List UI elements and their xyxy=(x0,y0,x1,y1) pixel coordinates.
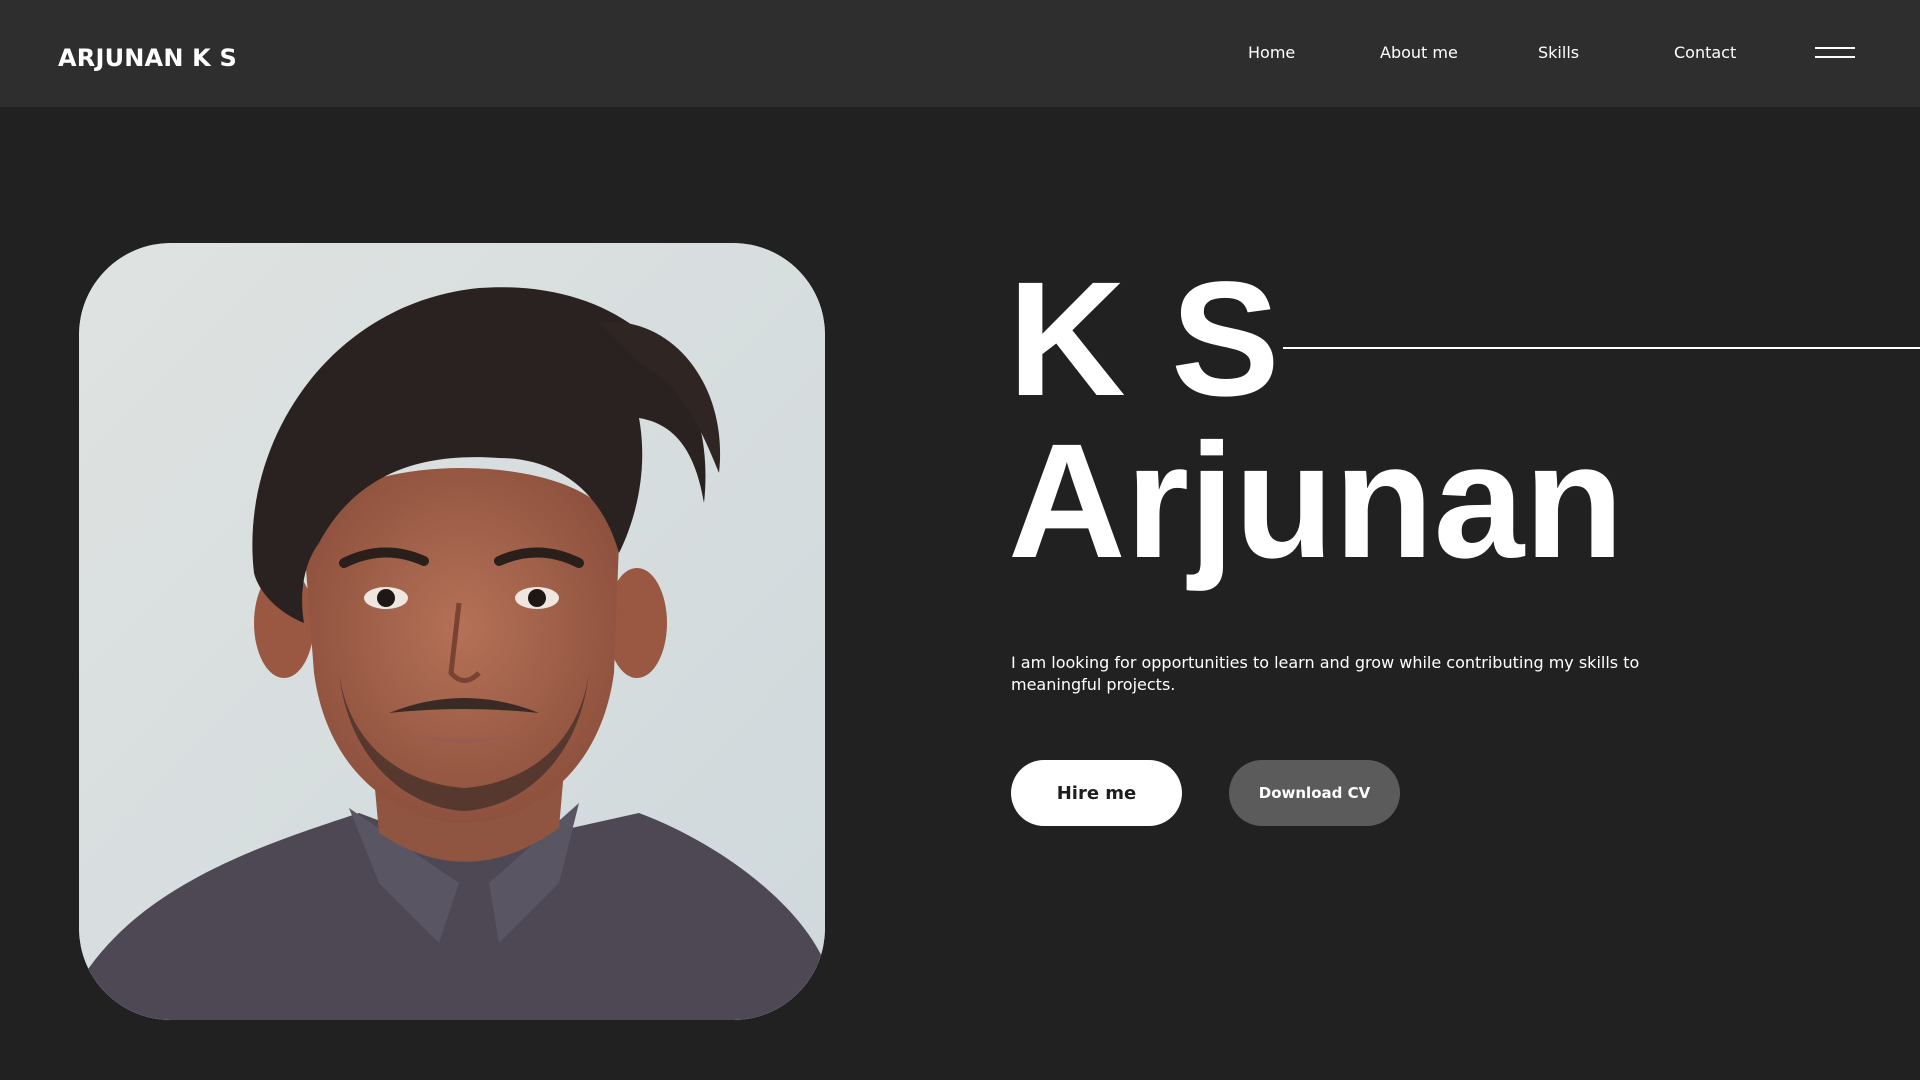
brand-logo-text[interactable]: ARJUNAN K S xyxy=(58,43,237,73)
hire-me-button[interactable]: Hire me xyxy=(1011,760,1182,826)
profile-photo xyxy=(79,243,825,1020)
hero-name-heading: K S Arjunan xyxy=(1008,247,1624,592)
hamburger-menu-icon[interactable] xyxy=(1812,44,1858,64)
menu-line-top xyxy=(1815,47,1855,49)
nav-link-skills[interactable]: Skills xyxy=(1538,43,1579,63)
navbar: ARJUNAN K S Home About me Skills Contact xyxy=(0,0,1920,107)
menu-line-bottom xyxy=(1815,56,1855,58)
hero-name-line-2: Arjunan xyxy=(1008,409,1624,592)
download-cv-button[interactable]: Download CV xyxy=(1229,760,1400,826)
nav-link-home[interactable]: Home xyxy=(1248,43,1295,63)
nav-link-about-me[interactable]: About me xyxy=(1380,43,1458,63)
hero-name-line-1: K S xyxy=(1008,247,1280,430)
profile-portrait-illustration xyxy=(79,243,825,1020)
hero-tagline: I am looking for opportunities to learn … xyxy=(1011,653,1640,694)
nav-link-contact[interactable]: Contact xyxy=(1674,43,1736,63)
hero-divider-line xyxy=(1283,347,1920,349)
